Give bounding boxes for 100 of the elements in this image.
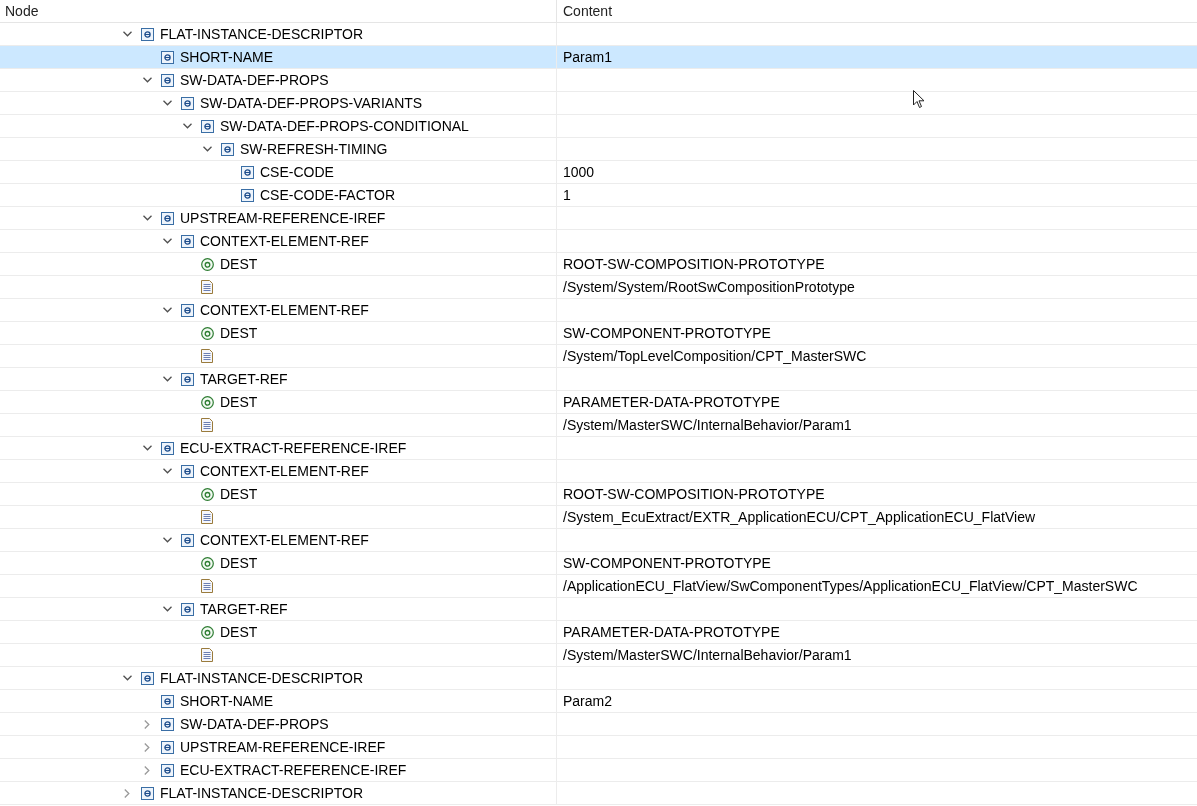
content-value: 1 [563, 185, 571, 205]
node-label: SHORT-NAME [180, 47, 274, 67]
element-icon [161, 211, 174, 225]
node-label: DEST [220, 622, 258, 642]
tree-row[interactable]: DEST ROOT-SW-COMPOSITION-PROTOTYPE [0, 253, 1197, 276]
tree-row[interactable]: SW-DATA-DEF-PROPS-VARIANTS [0, 92, 1197, 115]
document-icon [201, 418, 213, 432]
chevron-down-icon[interactable] [162, 100, 172, 106]
tree-row[interactable]: FLAT-INSTANCE-DESCRIPTOR [0, 782, 1197, 805]
tree-row[interactable]: TARGET-REF [0, 368, 1197, 391]
tree-row[interactable]: /System/MasterSWC/InternalBehavior/Param1 [0, 414, 1197, 437]
tree-row[interactable]: CSE-CODE-FACTOR 1 [0, 184, 1197, 207]
column-header[interactable]: Content [563, 0, 613, 22]
chevron-down-icon[interactable] [202, 146, 212, 152]
content-value: SW-COMPONENT-PROTOTYPE [563, 553, 771, 573]
tree-row[interactable]: ECU-EXTRACT-REFERENCE-IREF [0, 759, 1197, 782]
document-icon [201, 510, 213, 524]
tree-row[interactable]: SHORT-NAME Param1 [0, 46, 1197, 69]
tree-row[interactable]: DEST SW-COMPONENT-PROTOTYPE [0, 322, 1197, 345]
chevron-right-icon[interactable] [144, 742, 150, 752]
node-label: CONTEXT-ELEMENT-REF [200, 461, 369, 481]
chevron-down-icon[interactable] [182, 123, 192, 129]
content-value: /System/TopLevelComposition/CPT_MasterSWC [563, 346, 867, 366]
node-label: SHORT-NAME [180, 691, 274, 711]
chevron-down-icon[interactable] [162, 238, 172, 244]
tree-row[interactable]: UPSTREAM-REFERENCE-IREF [0, 207, 1197, 230]
tree-row[interactable]: SW-DATA-DEF-PROPS [0, 713, 1197, 736]
element-icon [161, 441, 174, 455]
tree-row[interactable]: SW-DATA-DEF-PROPS [0, 69, 1197, 92]
tree-row[interactable]: /System/TopLevelComposition/CPT_MasterSWC [0, 345, 1197, 368]
tree-row[interactable]: DEST ROOT-SW-COMPOSITION-PROTOTYPE [0, 483, 1197, 506]
tree-row[interactable]: FLAT-INSTANCE-DESCRIPTOR [0, 667, 1197, 690]
tree-row[interactable]: CONTEXT-ELEMENT-REF [0, 230, 1197, 253]
chevron-down-icon[interactable] [142, 77, 152, 83]
chevron-down-icon[interactable] [162, 537, 172, 543]
element-icon [201, 119, 214, 133]
content-value: Param1 [563, 47, 613, 67]
element-icon [161, 763, 174, 777]
node-label: FLAT-INSTANCE-DESCRIPTOR [160, 783, 364, 803]
chevron-down-icon[interactable] [142, 445, 152, 451]
tree-row[interactable]: ECU-EXTRACT-REFERENCE-IREF [0, 437, 1197, 460]
document-icon [201, 280, 213, 294]
document-icon [201, 349, 213, 363]
node-label: SW-DATA-DEF-PROPS-VARIANTS [200, 93, 423, 113]
element-icon [161, 740, 174, 754]
content-value: ROOT-SW-COMPOSITION-PROTOTYPE [563, 484, 825, 504]
chevron-right-icon[interactable] [124, 788, 130, 798]
chevron-down-icon[interactable] [162, 307, 172, 313]
attribute-icon [201, 487, 214, 501]
element-icon [141, 786, 154, 800]
tree-row[interactable]: DEST PARAMETER-DATA-PROTOTYPE [0, 391, 1197, 414]
chevron-down-icon[interactable] [162, 376, 172, 382]
node-label: SW-REFRESH-TIMING [240, 139, 388, 159]
element-icon [141, 671, 154, 685]
chevron-down-icon[interactable] [122, 31, 132, 37]
chevron-right-icon[interactable] [144, 765, 150, 775]
content-value: /System/System/RootSwCompositionPrototype [563, 277, 855, 297]
content-value: /ApplicationECU_FlatView/SwComponentTypes/ApplicationECU_FlatView/CPT_MasterSWC [563, 576, 1138, 596]
element-icon [181, 464, 194, 478]
node-label: DEST [220, 553, 258, 573]
content-value: PARAMETER-DATA-PROTOTYPE [563, 622, 780, 642]
node-label: UPSTREAM-REFERENCE-IREF [180, 737, 386, 757]
chevron-down-icon[interactable] [122, 675, 132, 681]
tree-row[interactable]: FLAT-INSTANCE-DESCRIPTOR [0, 23, 1197, 46]
tree-row[interactable]: TARGET-REF [0, 598, 1197, 621]
tree-row[interactable]: /System/System/RootSwCompositionPrototype [0, 276, 1197, 299]
tree-row[interactable]: /System/MasterSWC/InternalBehavior/Param1 [0, 644, 1197, 667]
chevron-down-icon[interactable] [162, 606, 172, 612]
node-label: SW-DATA-DEF-PROPS [180, 714, 329, 734]
node-label: CSE-CODE [260, 162, 334, 182]
element-icon [181, 372, 194, 386]
chevron-down-icon[interactable] [142, 215, 152, 221]
node-label: CONTEXT-ELEMENT-REF [200, 530, 369, 550]
node-label: FLAT-INSTANCE-DESCRIPTOR [160, 24, 364, 44]
tree-row[interactable]: CONTEXT-ELEMENT-REF [0, 529, 1197, 552]
tree-row[interactable]: /ApplicationECU_FlatView/SwComponentTypes/ApplicationECU_FlatView/CPT_MasterSWC [0, 575, 1197, 598]
tree-row[interactable]: SW-REFRESH-TIMING [0, 138, 1197, 161]
tree-row[interactable]: UPSTREAM-REFERENCE-IREF [0, 736, 1197, 759]
tree-row[interactable]: CSE-CODE 1000 [0, 161, 1197, 184]
element-icon [181, 96, 194, 110]
tree-row[interactable]: /System_EcuExtract/EXTR_ApplicationECU/CPT_ApplicationECU_FlatView [0, 506, 1197, 529]
column-header[interactable]: Node [5, 0, 39, 22]
content-value: /System/MasterSWC/InternalBehavior/Param1 [563, 415, 852, 435]
tree-row[interactable]: DEST PARAMETER-DATA-PROTOTYPE [0, 621, 1197, 644]
content-value: ROOT-SW-COMPOSITION-PROTOTYPE [563, 254, 825, 274]
element-icon [241, 165, 254, 179]
tree-row[interactable]: DEST SW-COMPONENT-PROTOTYPE [0, 552, 1197, 575]
attribute-icon [201, 326, 214, 340]
chevron-down-icon[interactable] [162, 468, 172, 474]
chevron-right-icon[interactable] [144, 719, 150, 729]
tree-row[interactable]: CONTEXT-ELEMENT-REF [0, 299, 1197, 322]
attribute-icon [201, 625, 214, 639]
tree-row[interactable]: SHORT-NAME Param2 [0, 690, 1197, 713]
element-icon [161, 73, 174, 87]
node-label: ECU-EXTRACT-REFERENCE-IREF [180, 760, 407, 780]
document-icon [201, 648, 213, 662]
element-icon [181, 303, 194, 317]
tree-row[interactable]: SW-DATA-DEF-PROPS-CONDITIONAL [0, 115, 1197, 138]
tree-row[interactable]: CONTEXT-ELEMENT-REF [0, 460, 1197, 483]
element-icon [161, 717, 174, 731]
